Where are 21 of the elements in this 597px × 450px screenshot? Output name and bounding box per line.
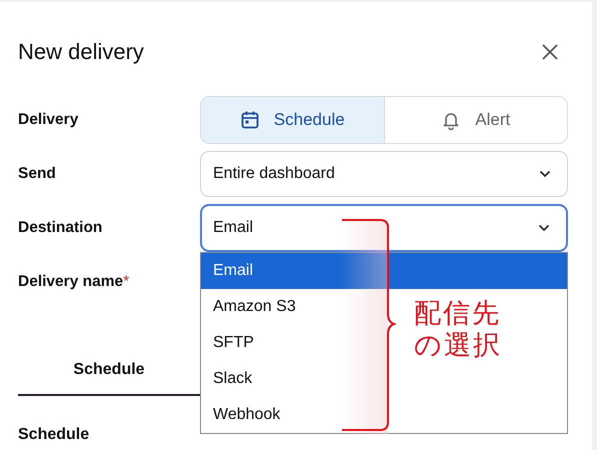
delivery-option[interactable]: Alert — [384, 97, 567, 143]
chevron-icon — [538, 224, 550, 232]
field-label: Delivery — [18, 111, 80, 129]
chevron-icon — [539, 170, 551, 178]
send-select[interactable]: Entire dashboard — [200, 151, 568, 197]
delivery-option[interactable]: Schedule — [201, 97, 384, 143]
dropdown-option[interactable]: SFTP — [213, 334, 254, 352]
destination-select[interactable]: Email — [200, 204, 568, 252]
annotation-text: 配信先 — [414, 298, 502, 330]
annotation-text: の選択 — [414, 330, 502, 362]
dropdown-option[interactable]: Email — [201, 253, 567, 289]
calendar-icon — [240, 110, 260, 130]
section-label: Schedule — [18, 426, 90, 444]
dropdown-option[interactable]: Amazon S3 — [213, 298, 296, 316]
dropdown-option[interactable]: Webhook — [213, 406, 280, 424]
dialog-title: New delivery — [18, 39, 144, 65]
field-label: Destination — [18, 219, 104, 237]
field-label: Delivery name* — [18, 273, 130, 291]
tab[interactable]: Schedule — [18, 346, 200, 396]
field-label: Send — [18, 165, 57, 183]
dropdown-option[interactable]: Slack — [213, 370, 252, 388]
